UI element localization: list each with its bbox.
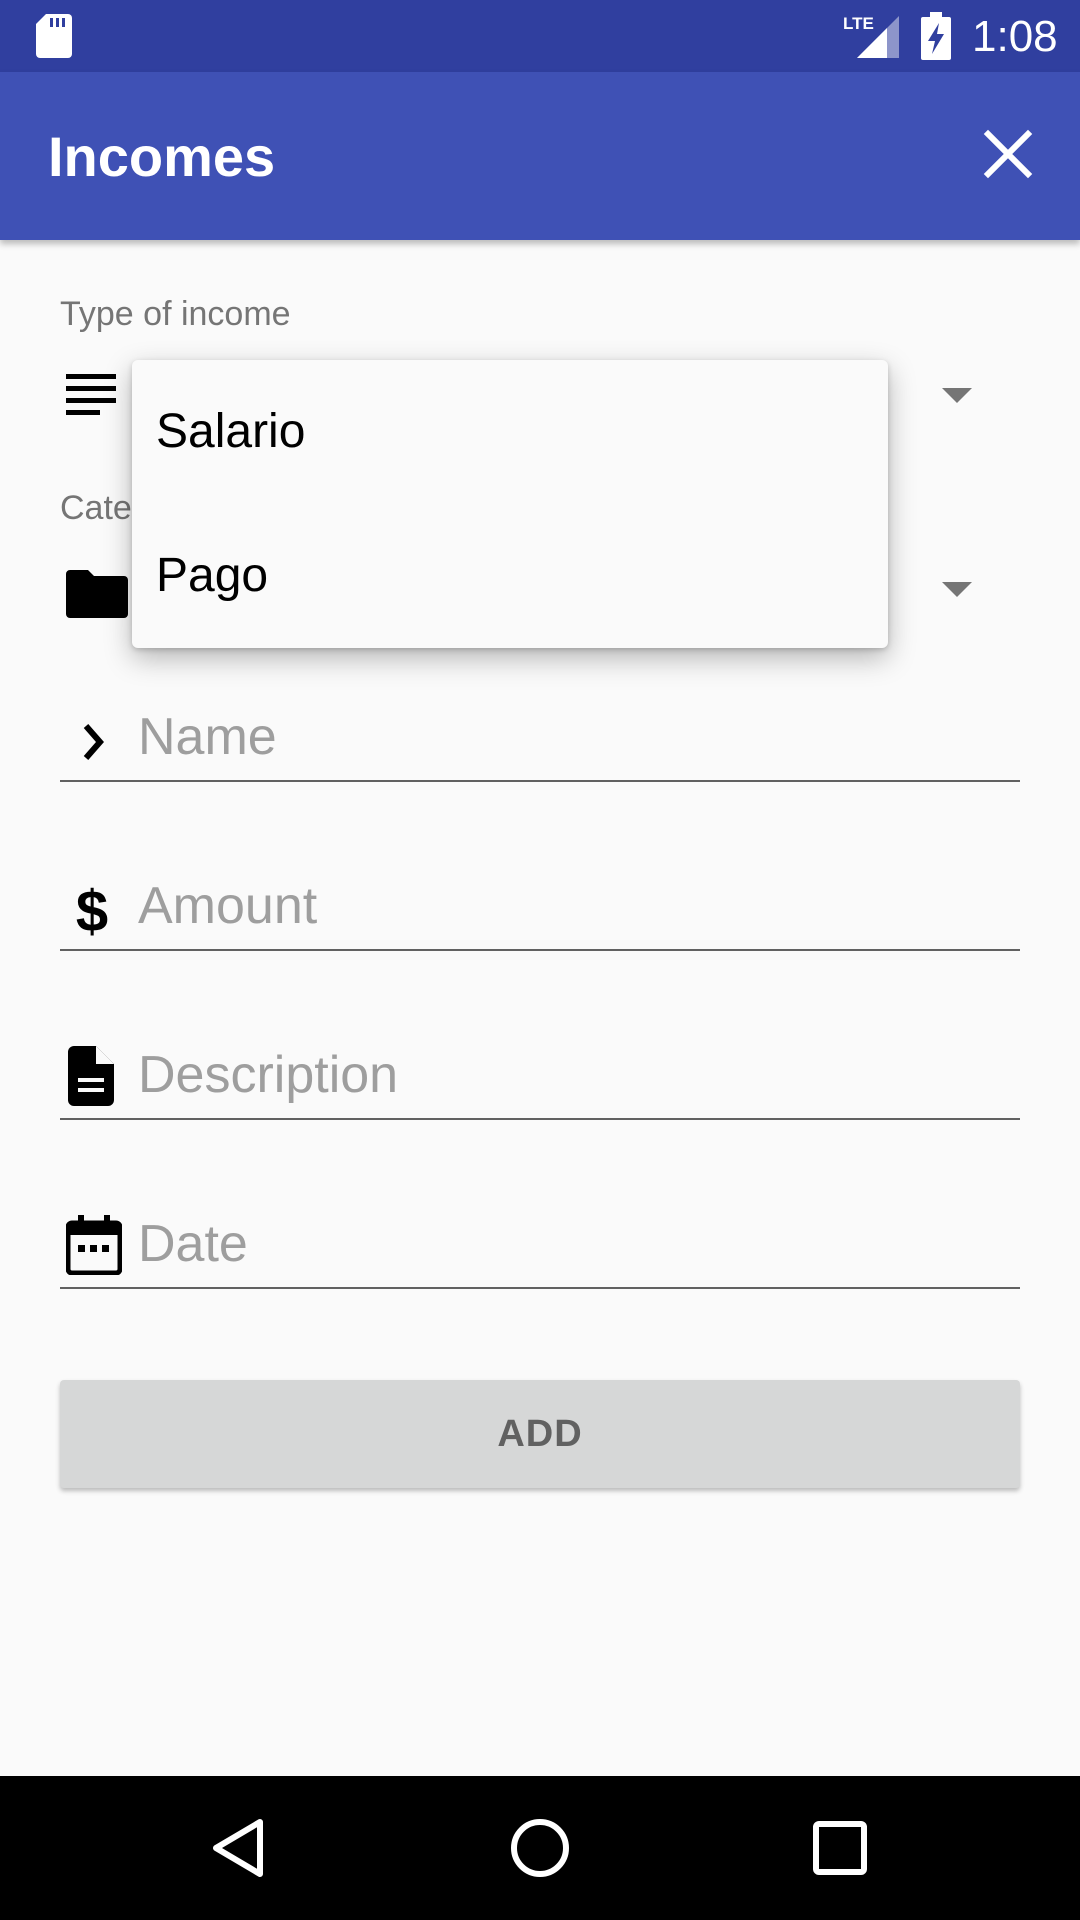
app-bar: Incomes: [0, 72, 1080, 240]
sd-card-icon: [36, 14, 72, 58]
status-bar: LTE 1:08: [0, 0, 1080, 72]
folder-icon: [66, 570, 128, 618]
type-of-income-dropdown: Salario Pago: [132, 360, 888, 648]
close-icon[interactable]: [976, 122, 1040, 186]
home-icon[interactable]: [506, 1814, 574, 1882]
page-title: Incomes: [48, 125, 276, 188]
chevron-down-icon: [942, 388, 972, 403]
lte-signal-icon: LTE: [843, 14, 899, 58]
svg-text:$: $: [76, 885, 108, 937]
lte-label: LTE: [843, 14, 874, 33]
type-of-income-label: Type of income: [60, 295, 291, 333]
dollar-icon: $: [76, 885, 108, 937]
dropdown-option-pago[interactable]: Pago: [132, 504, 888, 648]
description-field: [60, 1020, 1020, 1120]
date-input[interactable]: [138, 1209, 998, 1279]
date-field: [60, 1189, 1020, 1289]
document-icon: [68, 1046, 114, 1106]
amount-field: $: [60, 851, 1020, 951]
clock: 1:08: [972, 12, 1058, 61]
calendar-icon: [66, 1215, 122, 1275]
subject-icon: [66, 374, 116, 415]
back-icon[interactable]: [206, 1814, 274, 1882]
dropdown-option-salario[interactable]: Salario: [132, 360, 888, 504]
name-field: [60, 682, 1020, 782]
chevron-down-icon: [942, 582, 972, 597]
amount-input[interactable]: [138, 871, 998, 941]
category-label: Cate: [60, 489, 132, 527]
battery-charging-icon: [921, 12, 951, 60]
navigation-bar: [0, 1776, 1080, 1920]
description-input[interactable]: [138, 1040, 998, 1110]
add-button[interactable]: ADD: [60, 1380, 1020, 1488]
recents-icon[interactable]: [806, 1814, 874, 1882]
name-input[interactable]: [138, 702, 998, 772]
chevron-right-icon: [83, 724, 104, 760]
